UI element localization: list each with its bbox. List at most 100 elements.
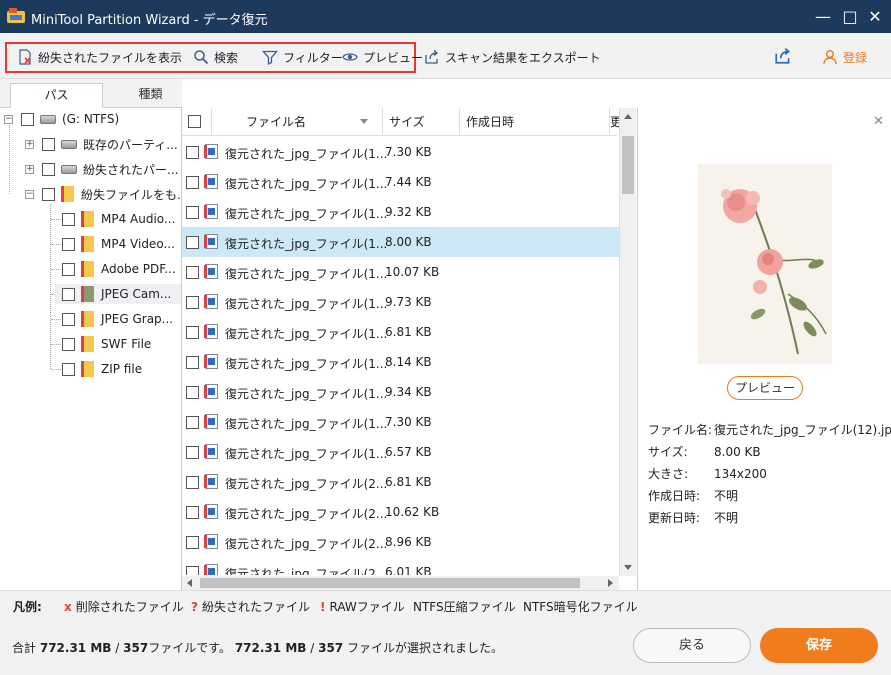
file-size: 7.30 KB [385, 145, 432, 159]
checkbox[interactable] [186, 476, 199, 489]
file-row-selected[interactable]: 復元された_jpg_ファイル(1... 8.00 KB [182, 227, 619, 257]
save-button[interactable]: 保存 [760, 628, 878, 663]
file-row[interactable]: 復元された_jpg_ファイル(1... 9.73 KB [182, 287, 619, 317]
tree-connector [9, 122, 10, 194]
collapse-icon[interactable]: − [25, 189, 34, 199]
checkbox[interactable] [62, 212, 75, 226]
checkbox[interactable] [21, 112, 34, 126]
filter-button[interactable]: フィルター [262, 47, 343, 67]
image-file-icon [204, 384, 218, 399]
checkbox[interactable] [42, 187, 55, 201]
checkbox[interactable] [186, 176, 199, 189]
file-row[interactable]: 復元された_jpg_ファイル(2... 6.81 KB [182, 467, 619, 497]
file-row[interactable]: 復元された_jpg_ファイル(1... 8.14 KB [182, 347, 619, 377]
tree-subitem-jpeg-graphics[interactable]: JPEG Grap... [62, 309, 173, 329]
checkbox[interactable] [186, 416, 199, 429]
column-header-size[interactable]: サイズ [383, 108, 460, 136]
checkbox[interactable] [186, 236, 199, 249]
checkbox[interactable] [186, 206, 199, 219]
checkbox[interactable] [186, 296, 199, 309]
checkbox[interactable] [62, 287, 75, 301]
scroll-thumb[interactable] [622, 136, 634, 194]
file-row[interactable]: 復元された_jpg_ファイル(1... 10.07 KB [182, 257, 619, 287]
export-scan-button[interactable]: スキャン結果をエクスポート [424, 47, 601, 67]
column-header-created[interactable]: 作成日時 [460, 108, 610, 136]
close-preview-icon[interactable]: ✕ [873, 114, 884, 129]
tree-subitem-mp4-audio[interactable]: MP4 Audio... [62, 209, 175, 229]
checkbox[interactable] [62, 312, 75, 326]
scroll-right-icon[interactable] [608, 579, 613, 587]
checkbox[interactable] [186, 356, 199, 369]
file-row[interactable]: 復元された_jpg_ファイル(1... 9.34 KB [182, 377, 619, 407]
checkbox[interactable] [186, 146, 199, 159]
checkbox[interactable] [186, 266, 199, 279]
preview-button[interactable]: プレビュー [727, 376, 803, 400]
tab-type[interactable]: 種類 [104, 83, 197, 108]
expand-icon[interactable]: + [25, 139, 34, 149]
file-name: 復元された_jpg_ファイル(1... [225, 267, 388, 281]
file-size: 8.96 KB [385, 535, 432, 549]
collapse-icon[interactable]: − [4, 114, 13, 124]
file-size: 9.34 KB [385, 385, 432, 399]
info-label: サイズ: [648, 445, 688, 459]
tree-subitem-zip[interactable]: ZIP file [62, 359, 142, 379]
select-all-cell [182, 108, 212, 136]
image-file-icon [204, 504, 218, 519]
summary-separator: / [115, 641, 120, 655]
tree-root[interactable]: − (G: NTFS) [4, 109, 119, 129]
checkbox[interactable] [62, 262, 75, 276]
checkbox[interactable] [186, 386, 199, 399]
checkbox[interactable] [62, 237, 75, 251]
back-button[interactable]: 戻る [633, 628, 751, 663]
info-value: 不明 [714, 511, 739, 525]
checkbox[interactable] [62, 362, 75, 376]
file-row[interactable]: 復元された_jpg_ファイル(1... 9.32 KB [182, 197, 619, 227]
scroll-left-icon[interactable] [187, 579, 192, 587]
checkbox[interactable] [186, 566, 199, 575]
scroll-thumb[interactable] [200, 578, 580, 588]
register-button[interactable]: 登録 [822, 47, 867, 67]
horizontal-scrollbar[interactable] [182, 576, 619, 590]
checkbox[interactable] [42, 162, 55, 176]
minimize-button[interactable]: — [812, 6, 834, 28]
column-header-modified[interactable]: 更 [610, 108, 622, 136]
file-row[interactable]: 復元された_jpg_ファイル(1... 6.57 KB [182, 437, 619, 467]
tree-subitem-mp4-video[interactable]: MP4 Video... [62, 234, 175, 254]
checkbox[interactable] [62, 337, 75, 351]
tree-item-lost-files[interactable]: − 紛失ファイルをも... [25, 184, 181, 204]
tree-subitem-jpeg-camera[interactable]: JPEG Cam... [55, 284, 181, 304]
scroll-up-icon[interactable] [624, 114, 632, 119]
share-icon[interactable] [774, 47, 792, 65]
tab-path[interactable]: パス [10, 83, 103, 108]
summary-text: ファイルが選択されました。 [347, 641, 504, 655]
file-row[interactable]: 復元された_jpg_ファイル(2... 6.01 KB [182, 557, 619, 575]
scroll-down-icon[interactable] [624, 565, 632, 570]
sort-descending-icon[interactable] [360, 119, 368, 124]
checkbox[interactable] [186, 536, 199, 549]
select-all-checkbox[interactable] [188, 115, 201, 128]
tree-subitem-adobe-pdf[interactable]: Adobe PDF... [62, 259, 176, 279]
checkbox[interactable] [186, 326, 199, 339]
file-row[interactable]: 復元された_jpg_ファイル(1... 6.81 KB [182, 317, 619, 347]
checkbox[interactable] [42, 137, 55, 151]
file-row[interactable]: 復元された_jpg_ファイル(1... 7.30 KB [182, 137, 619, 167]
file-row[interactable]: 復元された_jpg_ファイル(1... 7.44 KB [182, 167, 619, 197]
checkbox[interactable] [186, 446, 199, 459]
expand-icon[interactable]: + [25, 164, 34, 174]
maximize-button[interactable]: □ [839, 6, 861, 28]
show-lost-files-button[interactable]: 紛失されたファイルを表示 [17, 47, 182, 67]
close-window-button[interactable]: ✕ [864, 6, 886, 28]
column-header-name[interactable]: ファイル名 [212, 108, 383, 136]
info-size: サイズ: 8.00 KB [648, 443, 761, 460]
file-row[interactable]: 復元された_jpg_ファイル(2... 8.96 KB [182, 527, 619, 557]
preview-toolbar-button[interactable]: プレビュー [342, 47, 423, 67]
file-row[interactable]: 復元された_jpg_ファイル(2... 10.62 KB [182, 497, 619, 527]
tree-item-lost-partition[interactable]: + 紛失されたパー... [25, 159, 178, 179]
filter-label: フィルター [283, 50, 343, 65]
file-row[interactable]: 復元された_jpg_ファイル(1... 7.30 KB [182, 407, 619, 437]
search-button[interactable]: 検索 [193, 47, 238, 67]
vertical-scrollbar[interactable] [619, 108, 636, 576]
tree-item-existing[interactable]: + 既存のパーティ... [25, 134, 178, 154]
checkbox[interactable] [186, 506, 199, 519]
tree-subitem-swf[interactable]: SWF File [62, 334, 151, 354]
